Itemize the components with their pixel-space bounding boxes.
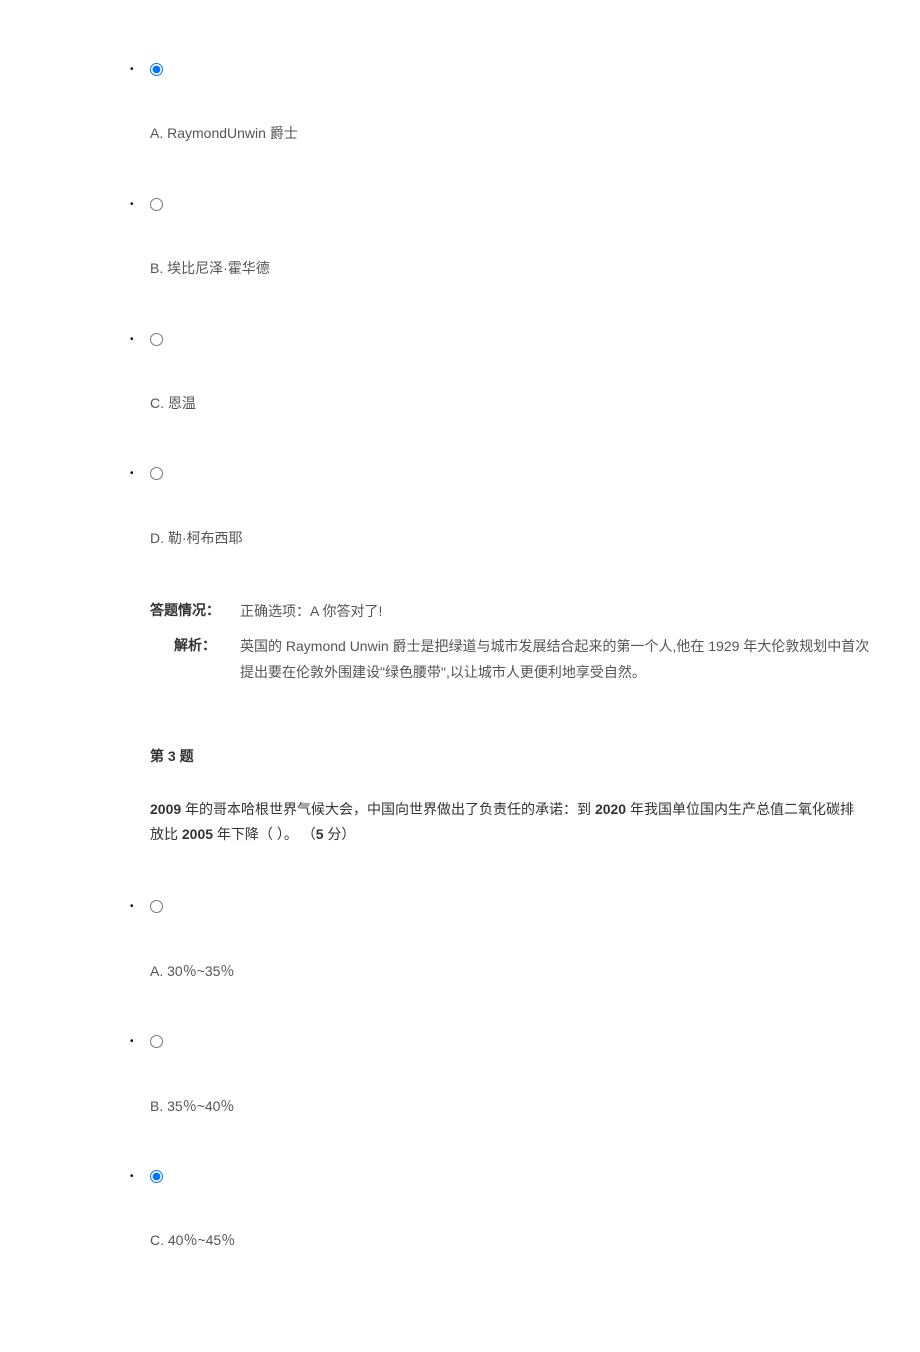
radio-wrap bbox=[150, 1032, 880, 1054]
analysis-row: 解析： 英国的 Raymond Unwin 爵士是把绿道与城市发展结合起来的第一… bbox=[150, 634, 880, 684]
option-a-label: A. 30％~35％ bbox=[150, 960, 880, 982]
option-c-radio[interactable] bbox=[150, 1170, 163, 1183]
option-item-d: D. 勒·柯布西耶 bbox=[150, 464, 880, 549]
radio-wrap bbox=[150, 60, 880, 82]
answer-result-text: 正确选项：A 你答对了! bbox=[240, 599, 382, 624]
option-b-radio[interactable] bbox=[150, 198, 163, 211]
option-b-label: B. 35％~40％ bbox=[150, 1095, 880, 1117]
q3-text-5: 2005 bbox=[182, 826, 213, 842]
option-item-b: B. 35％~40％ bbox=[150, 1032, 880, 1117]
question-3-text: 2009 年的哥本哈根世界气候大会，中国向世界做出了负责任的承诺：到 2020 … bbox=[40, 797, 880, 847]
q3-text-6: 年下降（ ）。 （ bbox=[213, 826, 316, 842]
question-2-options-list: A. RaymondUnwin 爵士 B. 埃比尼泽·霍华德 C. 恩温 D. … bbox=[40, 60, 880, 549]
q3-text-3: 2020 bbox=[595, 801, 626, 817]
option-a-radio[interactable] bbox=[150, 900, 163, 913]
analysis-text: 英国的 Raymond Unwin 爵士是把绿道与城市发展结合起来的第一个人,他… bbox=[240, 634, 880, 684]
question-3-options-list: A. 30％~35％ B. 35％~40％ C. 40％~45％ bbox=[40, 897, 880, 1251]
answer-section: 答题情况： 正确选项：A 你答对了! 解析： 英国的 Raymond Unwin… bbox=[40, 599, 880, 685]
option-b-label: B. 埃比尼泽·霍华德 bbox=[150, 257, 880, 279]
radio-wrap bbox=[150, 195, 880, 217]
analysis-label: 解析： bbox=[150, 634, 240, 656]
option-item-c: C. 恩温 bbox=[150, 330, 880, 415]
option-d-label: D. 勒·柯布西耶 bbox=[150, 527, 880, 549]
option-item-c: C. 40％~45％ bbox=[150, 1167, 880, 1252]
radio-wrap bbox=[150, 1167, 880, 1189]
q3-text-2: 年的哥本哈根世界气候大会，中国向世界做出了负责任的承诺：到 bbox=[181, 801, 595, 817]
question-2-block: A. RaymondUnwin 爵士 B. 埃比尼泽·霍华德 C. 恩温 D. … bbox=[40, 60, 880, 685]
option-c-label: C. 恩温 bbox=[150, 392, 880, 414]
question-3-header: 第 3 题 bbox=[40, 745, 880, 767]
option-item-b: B. 埃比尼泽·霍华德 bbox=[150, 195, 880, 280]
option-item-a: A. RaymondUnwin 爵士 bbox=[150, 60, 880, 145]
header-number: 3 bbox=[168, 748, 176, 764]
q3-text-1: 2009 bbox=[150, 801, 181, 817]
question-3-block: 第 3 题 2009 年的哥本哈根世界气候大会，中国向世界做出了负责任的承诺：到… bbox=[40, 745, 880, 1252]
option-a-radio[interactable] bbox=[150, 63, 163, 76]
option-b-radio[interactable] bbox=[150, 1035, 163, 1048]
option-d-radio[interactable] bbox=[150, 467, 163, 480]
header-prefix: 第 bbox=[150, 748, 168, 764]
q3-text-7: 5 bbox=[316, 826, 324, 842]
answer-result-label: 答题情况： bbox=[150, 599, 240, 621]
option-item-a: A. 30％~35％ bbox=[150, 897, 880, 982]
option-c-label: C. 40％~45％ bbox=[150, 1229, 880, 1251]
option-c-radio[interactable] bbox=[150, 333, 163, 346]
answer-result-row: 答题情况： 正确选项：A 你答对了! bbox=[150, 599, 880, 624]
radio-wrap bbox=[150, 464, 880, 486]
option-a-label: A. RaymondUnwin 爵士 bbox=[150, 122, 880, 144]
radio-wrap bbox=[150, 330, 880, 352]
radio-wrap bbox=[150, 897, 880, 919]
q3-text-8: 分） bbox=[324, 826, 356, 842]
header-suffix: 题 bbox=[176, 748, 194, 764]
